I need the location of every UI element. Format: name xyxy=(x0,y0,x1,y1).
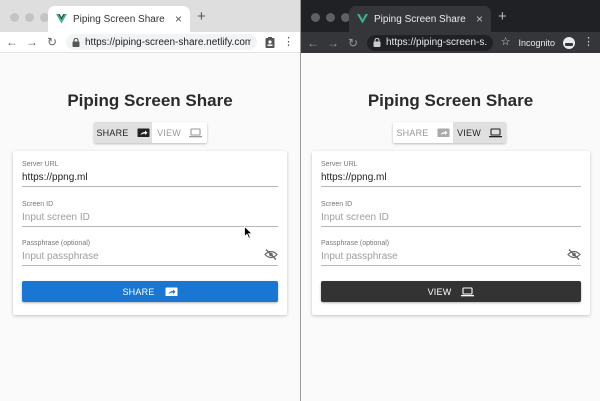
tab-bar: Piping Screen Share × + xyxy=(301,0,600,32)
laptop-icon xyxy=(461,286,475,296)
server-url-value[interactable]: https://ppng.ml xyxy=(321,172,387,183)
laptop-icon xyxy=(488,127,502,137)
address-bar[interactable]: https://piping-screen-s... xyxy=(367,34,493,51)
share-mode-label: SHARE xyxy=(396,127,429,138)
screen-id-input[interactable]: Input screen ID xyxy=(321,212,389,223)
menu-icon[interactable]: ⋮ xyxy=(283,36,294,48)
screen-id-field[interactable]: Screen ID Input screen ID xyxy=(321,201,581,227)
browser-tab[interactable]: Piping Screen Share × xyxy=(349,6,491,32)
view-mode-label: VIEW xyxy=(157,127,181,138)
laptop-icon xyxy=(188,127,202,137)
url-text: https://piping-screen-share.netlify.com xyxy=(85,36,251,48)
share-button[interactable]: SHARE xyxy=(22,281,278,302)
mode-toggle: SHARE VIEW xyxy=(393,122,506,143)
close-tab-icon[interactable]: × xyxy=(476,13,483,25)
address-bar[interactable]: https://piping-screen-share.netlify.com xyxy=(66,34,257,50)
lock-icon xyxy=(373,38,381,47)
browser-window-right-incognito: Piping Screen Share × + ← → ↻ https://pi… xyxy=(301,0,600,401)
visibility-off-icon[interactable] xyxy=(567,249,581,260)
screen-share-icon xyxy=(137,128,149,137)
server-url-label: Server URL xyxy=(22,161,59,168)
passphrase-label: Passphrase (optional) xyxy=(321,240,390,247)
url-text: https://piping-screen-s... xyxy=(386,37,487,48)
share-button-label: SHARE xyxy=(122,286,155,297)
passphrase-field[interactable]: Passphrase (optional) Input passphrase xyxy=(321,240,581,266)
close-window-button[interactable] xyxy=(10,13,19,22)
mouse-cursor-icon xyxy=(244,226,253,239)
browser-window-left: Piping Screen Share × + ← → ↻ https://pi… xyxy=(0,0,300,401)
screen-id-input[interactable]: Input screen ID xyxy=(22,212,90,223)
page-content: Piping Screen Share SHARE VIEW Server UR… xyxy=(0,53,300,401)
screen-id-label: Screen ID xyxy=(22,201,54,208)
app-title: Piping Screen Share xyxy=(67,91,233,110)
tab-title: Piping Screen Share xyxy=(374,13,466,25)
app-title: Piping Screen Share xyxy=(367,91,534,110)
screen-id-label: Screen ID xyxy=(321,201,353,208)
share-mode-button[interactable]: SHARE xyxy=(393,122,453,143)
reload-button[interactable]: ↻ xyxy=(46,36,58,48)
lock-icon xyxy=(72,37,80,47)
mode-toggle: SHARE VIEW xyxy=(94,122,207,143)
close-window-button[interactable] xyxy=(311,13,320,22)
view-button[interactable]: VIEW xyxy=(321,281,581,302)
page-content: Piping Screen Share SHARE VIEW Server UR… xyxy=(301,53,600,401)
vue-logo-icon xyxy=(357,14,368,24)
server-url-field[interactable]: Server URL https://ppng.ml xyxy=(321,161,581,187)
server-url-value[interactable]: https://ppng.ml xyxy=(22,172,88,183)
view-mode-label: VIEW xyxy=(457,127,481,138)
close-tab-icon[interactable]: × xyxy=(175,13,182,25)
visibility-off-icon[interactable] xyxy=(264,249,278,260)
bookmark-star-icon[interactable]: ☆ xyxy=(501,37,511,48)
screen-share-icon xyxy=(165,287,177,296)
new-tab-button[interactable]: + xyxy=(197,9,206,24)
form-card: Server URL https://ppng.ml Screen ID Inp… xyxy=(312,151,590,315)
back-button[interactable]: ← xyxy=(6,36,18,48)
share-mode-label: SHARE xyxy=(96,127,129,138)
reload-button[interactable]: ↻ xyxy=(347,37,359,49)
share-mode-button[interactable]: SHARE xyxy=(94,122,152,143)
back-button[interactable]: ← xyxy=(307,37,319,49)
minimize-window-button[interactable] xyxy=(326,13,335,22)
screen-id-field[interactable]: Screen ID Input screen ID xyxy=(22,201,278,227)
browser-tab[interactable]: Piping Screen Share × xyxy=(48,6,190,32)
incognito-label: Incognito xyxy=(518,37,555,48)
passphrase-label: Passphrase (optional) xyxy=(22,240,91,247)
passphrase-input[interactable]: Input passphrase xyxy=(22,251,99,262)
view-button-label: VIEW xyxy=(427,286,452,297)
menu-icon[interactable]: ⋮ xyxy=(583,37,594,48)
browser-toolbar: ← → ↻ https://piping-screen-share.netlif… xyxy=(0,32,300,53)
passphrase-field[interactable]: Passphrase (optional) Input passphrase xyxy=(22,240,278,266)
server-url-field[interactable]: Server URL https://ppng.ml xyxy=(22,161,278,187)
passphrase-input[interactable]: Input passphrase xyxy=(321,251,398,262)
server-url-label: Server URL xyxy=(321,161,358,168)
window-controls xyxy=(311,13,350,22)
view-mode-button[interactable]: VIEW xyxy=(453,122,506,143)
incognito-icon[interactable] xyxy=(563,36,575,49)
tab-bar: Piping Screen Share × + xyxy=(0,0,300,32)
minimize-window-button[interactable] xyxy=(25,13,34,22)
window-controls xyxy=(10,13,49,22)
forward-button[interactable]: → xyxy=(26,36,38,48)
tab-title: Piping Screen Share xyxy=(73,13,165,25)
browser-toolbar: ← → ↻ https://piping-screen-s... ☆ Incog… xyxy=(301,32,600,53)
view-mode-button[interactable]: VIEW xyxy=(152,122,207,143)
vue-logo-icon xyxy=(56,14,67,24)
new-tab-button[interactable]: + xyxy=(498,9,507,24)
forward-button[interactable]: → xyxy=(327,37,339,49)
extension-icon[interactable] xyxy=(265,36,275,48)
screen-share-icon xyxy=(437,128,449,137)
